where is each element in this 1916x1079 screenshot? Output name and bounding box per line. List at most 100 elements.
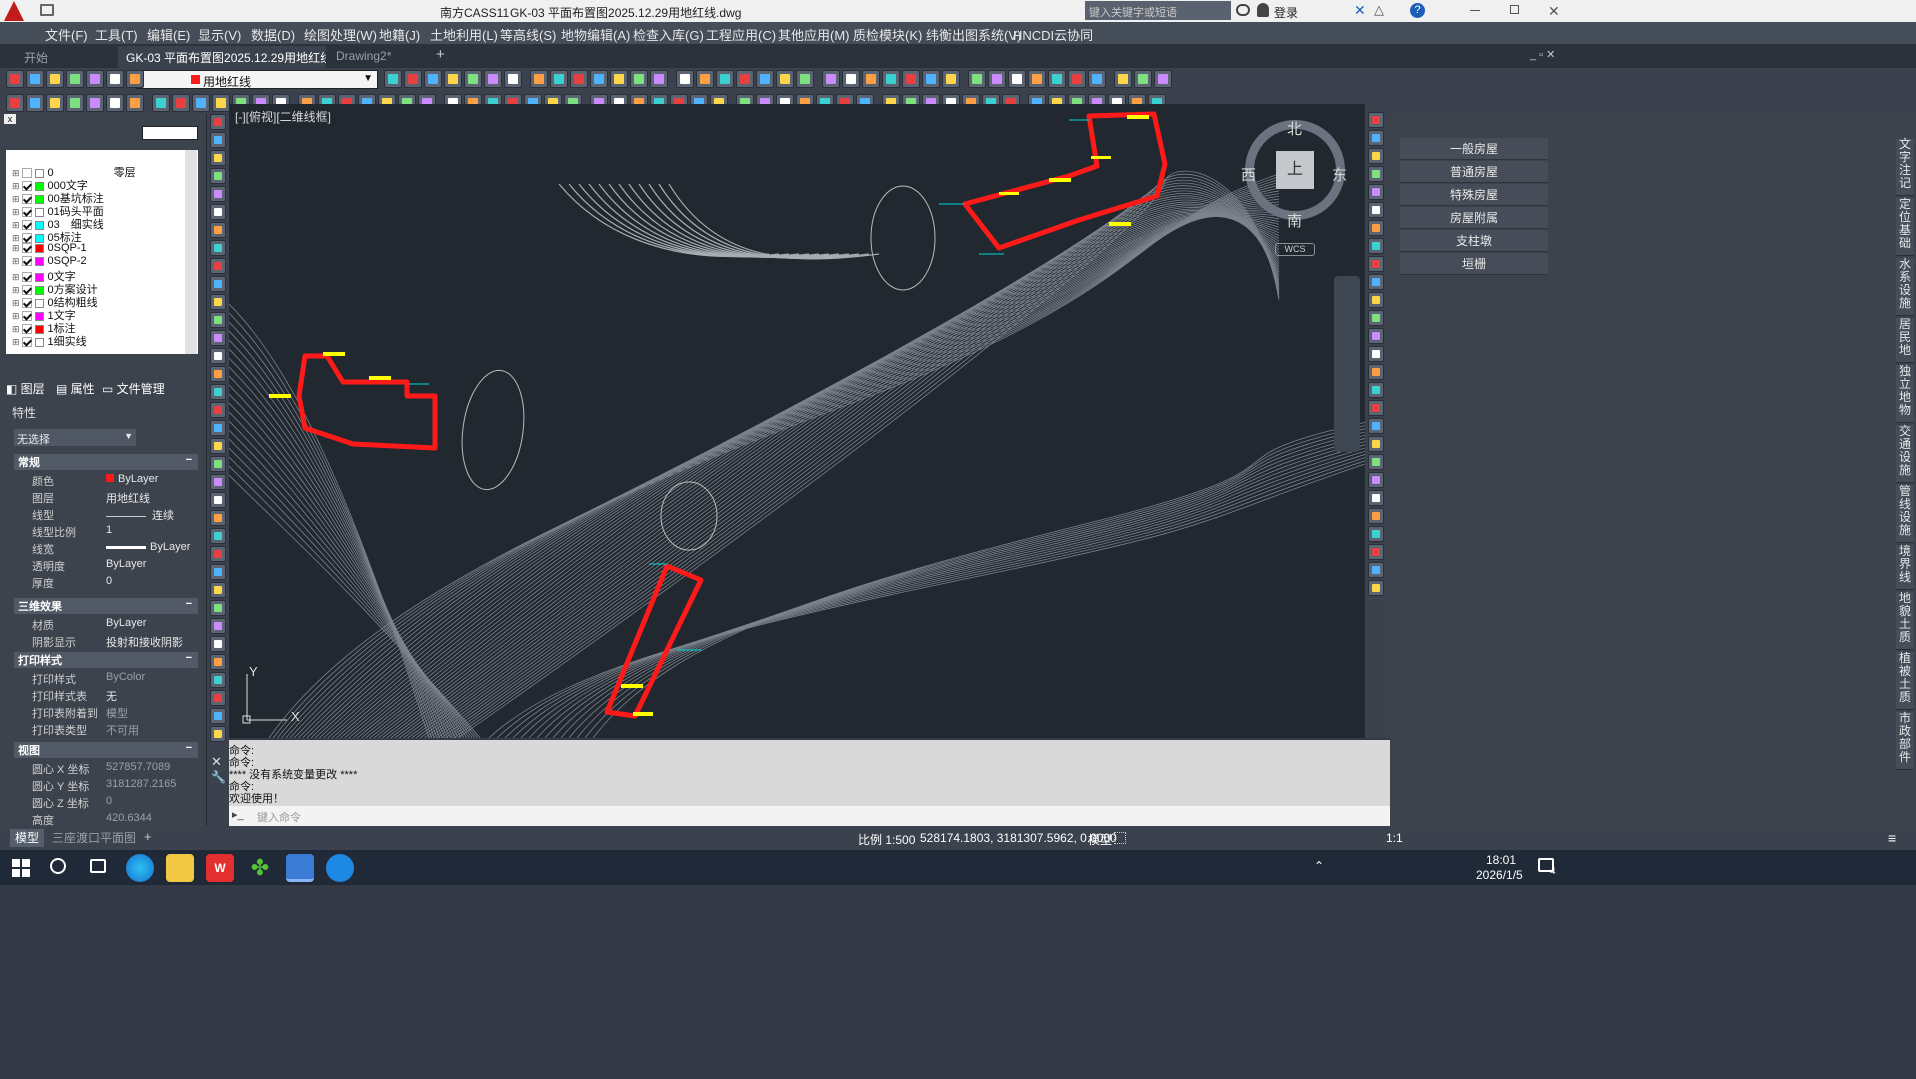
viewcube-top-face[interactable]: 上 <box>1276 151 1314 189</box>
toolbar-button[interactable] <box>484 70 502 88</box>
property-row[interactable]: 线型比例 1 <box>14 523 198 540</box>
toolbar-button[interactable] <box>1368 454 1384 470</box>
toolbar-button[interactable] <box>210 258 226 274</box>
property-row[interactable]: 透明度 ByLayer <box>14 557 198 574</box>
toolbar-button[interactable] <box>210 636 226 652</box>
login-link[interactable]: 登录 <box>1274 4 1298 21</box>
toolbar-button[interactable] <box>676 70 694 88</box>
toolbar-button[interactable] <box>1154 70 1172 88</box>
property-row[interactable]: 圆心 Z 坐标 0 <box>14 794 198 811</box>
toolbar-button[interactable] <box>1368 148 1384 164</box>
toolbar-button[interactable] <box>822 70 840 88</box>
toolbar-button[interactable] <box>26 94 44 112</box>
vertical-tab[interactable]: 独立地物 <box>1896 365 1914 423</box>
toolbar-button[interactable] <box>210 150 226 166</box>
toolbar-button[interactable] <box>210 654 226 670</box>
section-general[interactable]: 常规 − <box>14 454 198 470</box>
menu-item[interactable]: 地籍(J) <box>379 25 420 44</box>
toolbar-button[interactable] <box>1368 418 1384 434</box>
toolbar-button[interactable] <box>210 708 226 724</box>
toolbar-button[interactable] <box>1368 382 1384 398</box>
toolbar-button[interactable] <box>1368 256 1384 272</box>
toolbar-button[interactable] <box>192 94 210 112</box>
toolbar-button[interactable] <box>210 222 226 238</box>
toolbar-button[interactable] <box>210 348 226 364</box>
toolbar-button[interactable] <box>1368 508 1384 524</box>
command-window-close-icon[interactable]: ✕ <box>211 754 222 770</box>
toolbar-button[interactable] <box>1368 580 1384 596</box>
toolbar-button[interactable] <box>922 70 940 88</box>
menu-item[interactable]: 土地利用(L) <box>430 25 498 44</box>
toolbar-button[interactable] <box>210 456 226 472</box>
vertical-tab[interactable]: 市政部件 <box>1896 712 1914 770</box>
add-layout-button[interactable]: + <box>144 829 152 844</box>
toolbar-button[interactable] <box>106 94 124 112</box>
toolbar-button[interactable] <box>210 384 226 400</box>
toolbar-button[interactable] <box>968 70 986 88</box>
toolbar-button[interactable] <box>1368 292 1384 308</box>
toolbar-button[interactable] <box>210 330 226 346</box>
menu-item[interactable]: 检查入库(G) <box>633 25 704 44</box>
vertical-tab[interactable]: 境界线 <box>1896 545 1914 590</box>
layout-tab-model[interactable]: 模型 <box>10 829 44 847</box>
menu-item[interactable]: 文件(F) <box>45 25 88 44</box>
customize-icon[interactable]: ≡ <box>1888 830 1896 846</box>
menu-item[interactable]: 显示(V) <box>198 25 241 44</box>
toolbar-button[interactable] <box>210 690 226 706</box>
section-plot[interactable]: 打印样式 − <box>14 652 198 668</box>
quick-access-open-icon[interactable] <box>40 4 54 16</box>
toolbar-button[interactable] <box>6 94 24 112</box>
collapse-icon[interactable]: − <box>186 652 192 664</box>
toolbar-button[interactable] <box>1368 220 1384 236</box>
toolbar-button[interactable] <box>1068 70 1086 88</box>
menu-item[interactable]: 纬衡出图系统(V) <box>926 25 1021 44</box>
menu-item[interactable]: 工程应用(C) <box>706 25 776 44</box>
toolbar-button[interactable] <box>86 70 104 88</box>
vertical-tab[interactable]: 居民地 <box>1896 318 1914 363</box>
property-row[interactable]: 打印样式 ByColor <box>14 670 198 687</box>
vertical-tab[interactable]: 地貌土质 <box>1896 592 1914 650</box>
vertical-tab[interactable]: 管线设施 <box>1896 485 1914 543</box>
toolbar-button[interactable] <box>464 70 482 88</box>
desktop-app-icon[interactable] <box>286 854 314 882</box>
tab-gk03[interactable]: GK-03 平面布置图2025.12.29用地红线* <box>118 46 326 68</box>
close-icon[interactable]: ✕ <box>1548 3 1560 20</box>
toolbar-button[interactable] <box>504 70 522 88</box>
toolbar-button[interactable] <box>1368 112 1384 128</box>
viewcube-south[interactable]: 南 <box>1287 210 1302 231</box>
toolbar-button[interactable] <box>210 114 226 130</box>
toolbar-button[interactable] <box>1368 202 1384 218</box>
cass-app-icon[interactable] <box>326 854 354 882</box>
minimize-icon[interactable] <box>1470 10 1480 11</box>
model-space-toggle[interactable]: 模型 <box>1088 831 1112 848</box>
property-row[interactable]: 厚度 0 <box>14 574 198 591</box>
user-icon[interactable] <box>1257 3 1269 17</box>
toolbar-button[interactable] <box>736 70 754 88</box>
toolbar-button[interactable] <box>988 70 1006 88</box>
toolbar-button[interactable] <box>126 94 144 112</box>
toolbar-button[interactable] <box>106 70 124 88</box>
search-icon[interactable] <box>50 858 66 874</box>
property-row[interactable]: 材质 ByLayer <box>14 616 198 633</box>
wps-icon[interactable]: W <box>206 854 234 882</box>
viewcube-east[interactable]: 东 <box>1332 164 1347 185</box>
menu-item[interactable]: 其他应用(M) <box>778 25 850 44</box>
toolbar-button[interactable] <box>1114 70 1132 88</box>
symbol-category-item[interactable]: 房屋附属 <box>1400 207 1548 229</box>
toolbar-button[interactable] <box>210 672 226 688</box>
toolbar-button[interactable] <box>776 70 794 88</box>
binoculars-icon[interactable] <box>1236 4 1250 16</box>
drawing-canvas[interactable]: [-][俯视][二维线框] Y X 上 北 南 西 东 WCS <box>229 104 1365 738</box>
toolbar-button[interactable] <box>384 70 402 88</box>
toolbar-button[interactable] <box>26 70 44 88</box>
toolbar-button[interactable] <box>210 546 226 562</box>
collapse-icon[interactable]: − <box>186 454 192 466</box>
vertical-tab[interactable]: 植被土质 <box>1896 652 1914 710</box>
menu-item[interactable]: 编辑(E) <box>147 25 190 44</box>
grid-icon[interactable] <box>1114 832 1126 844</box>
toolbar-button[interactable] <box>210 312 226 328</box>
layer-dropdown[interactable]: 用地红线 ▼ <box>136 70 378 89</box>
toolbar-button[interactable] <box>210 618 226 634</box>
menu-item[interactable]: 工具(T) <box>95 25 138 44</box>
toolbar-button[interactable] <box>210 240 226 256</box>
